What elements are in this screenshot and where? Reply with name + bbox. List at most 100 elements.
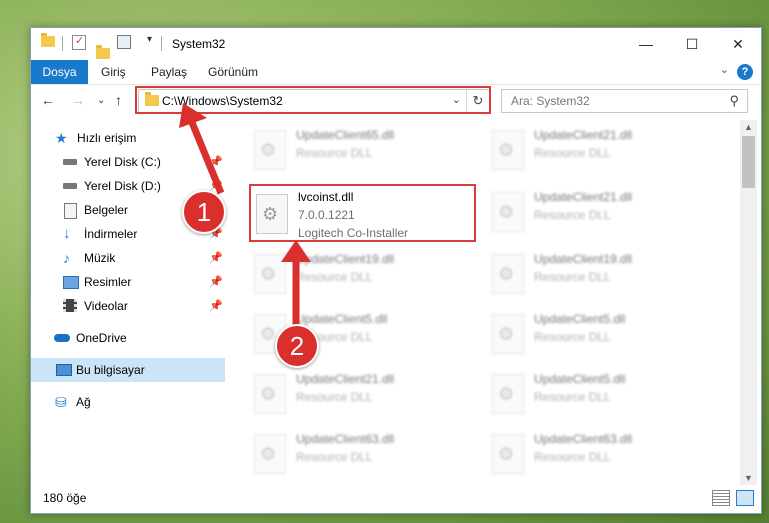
- file-description: Resource DLL: [534, 270, 611, 284]
- dll-file-icon: [492, 192, 524, 232]
- file-description: Resource DLL: [534, 390, 611, 404]
- scroll-down-arrow-icon[interactable]: ▼: [740, 473, 757, 483]
- item-count: 180 öğe: [43, 491, 87, 505]
- sidebar-item-label: Resimler: [84, 275, 132, 289]
- title-bar: ✓ ▾ System32 — ☐ ✕: [31, 28, 761, 60]
- vertical-scrollbar[interactable]: ▲ ▼: [740, 120, 757, 485]
- sidebar-item-onedrive[interactable]: OneDrive: [31, 326, 225, 350]
- window-title: System32: [172, 37, 226, 51]
- annotation-arrow-2: [281, 240, 311, 330]
- file-item[interactable]: UpdateClient65.dll Resource DLL: [248, 124, 476, 186]
- sidebar-item-label: Yerel Disk (D:): [84, 179, 161, 193]
- dropdown-arrow-icon[interactable]: ▾: [147, 34, 152, 45]
- file-description: Resource DLL: [534, 208, 611, 222]
- file-name: UpdateClient21.dll: [534, 128, 633, 142]
- video-icon: [63, 299, 77, 312]
- file-description: Resource DLL: [296, 390, 373, 404]
- dll-file-icon: [254, 434, 286, 474]
- new-folder-icon[interactable]: [96, 45, 110, 59]
- file-item[interactable]: UpdateClient21.dll Resource DLL: [486, 186, 714, 248]
- dll-file-icon: [492, 130, 524, 170]
- file-name: UpdateClient21.dll: [296, 372, 395, 386]
- scroll-up-arrow-icon[interactable]: ▲: [740, 122, 757, 132]
- divider: [161, 36, 162, 51]
- file-item[interactable]: UpdateClient63.dll Resource DLL: [248, 428, 476, 485]
- file-item[interactable]: UpdateClient21.dll Resource DLL: [248, 368, 476, 430]
- dll-file-icon: [492, 434, 524, 474]
- maximize-button[interactable]: ☐: [669, 28, 715, 60]
- drive-icon: [63, 159, 77, 165]
- pin-icon[interactable]: 📌: [209, 246, 223, 270]
- navigation-bar: ← → ⌄ ↑ C:\Windows\System32 ⌄ ↻ Ara: Sys…: [31, 85, 761, 118]
- search-input[interactable]: Ara: System32 ⚲: [501, 89, 748, 113]
- step-badge-2: 2: [275, 324, 319, 368]
- tab-home[interactable]: Giriş: [101, 60, 126, 84]
- sidebar-item-label: Yerel Disk (C:): [84, 155, 161, 169]
- file-name: UpdateClient63.dll: [534, 432, 633, 446]
- up-arrow-icon[interactable]: ↑: [115, 92, 122, 108]
- search-placeholder: Ara: System32: [511, 94, 590, 108]
- file-item[interactable]: UpdateClient19.dll Resource DLL: [486, 248, 714, 310]
- file-description: Resource DLL: [534, 146, 611, 160]
- explorer-window: ✓ ▾ System32 — ☐ ✕ Dosya Giriş Paylaş Gö…: [30, 27, 762, 514]
- pin-icon[interactable]: 📌: [209, 294, 223, 318]
- back-arrow-icon[interactable]: ←: [41, 92, 55, 108]
- minimize-button[interactable]: —: [623, 28, 669, 60]
- sidebar-item-pictures[interactable]: Resimler 📌: [31, 270, 225, 294]
- file-name: UpdateClient5.dll: [534, 312, 626, 326]
- sidebar-item-label: İndirmeler: [84, 227, 138, 241]
- sidebar-item-network[interactable]: ⛁ Ağ: [31, 390, 225, 414]
- recent-locations-chevron-icon[interactable]: ⌄: [97, 95, 105, 106]
- star-icon: ★: [55, 130, 68, 146]
- file-item[interactable]: UpdateClient5.dll Resource DLL: [486, 308, 714, 370]
- network-icon: ⛁: [55, 394, 67, 410]
- sidebar-item-label: Ağ: [76, 395, 91, 409]
- file-name: UpdateClient63.dll: [296, 432, 395, 446]
- dll-file-icon: [492, 374, 524, 414]
- scrollbar-thumb[interactable]: [742, 136, 755, 188]
- close-button[interactable]: ✕: [715, 28, 761, 60]
- music-icon: ♪: [63, 250, 70, 266]
- pin-icon[interactable]: 📌: [209, 270, 223, 294]
- properties-icon[interactable]: ✓: [72, 35, 86, 50]
- tab-file[interactable]: Dosya: [31, 60, 88, 84]
- search-icon[interactable]: ⚲: [729, 93, 739, 109]
- folder-icon: [41, 33, 55, 47]
- sidebar-item-music[interactable]: ♪ Müzik 📌: [31, 246, 225, 270]
- drive-icon: [63, 183, 77, 189]
- status-bar: 180 öğe: [31, 487, 761, 511]
- help-icon[interactable]: ?: [737, 64, 753, 80]
- file-item[interactable]: UpdateClient21.dll Resource DLL: [486, 124, 714, 186]
- dll-file-icon: [254, 374, 286, 414]
- details-view-icon[interactable]: [712, 490, 730, 506]
- cloud-icon: [54, 334, 70, 342]
- sidebar-item-label: Müzik: [84, 251, 116, 265]
- file-item[interactable]: UpdateClient5.dll Resource DLL: [486, 368, 714, 430]
- forward-arrow-icon[interactable]: →: [71, 92, 85, 108]
- file-description: Resource DLL: [534, 450, 611, 464]
- sidebar-item-videos[interactable]: Videolar 📌: [31, 294, 225, 318]
- dll-file-icon: [254, 130, 286, 170]
- sidebar-item-this-pc[interactable]: Bu bilgisayar: [31, 358, 225, 382]
- customize-toolbar-icon[interactable]: [117, 35, 131, 49]
- sidebar-item-label: Videolar: [84, 299, 128, 313]
- download-icon: ↓: [63, 225, 71, 242]
- divider: [62, 36, 63, 51]
- file-name: UpdateClient65.dll: [296, 128, 395, 142]
- sidebar-item-label: OneDrive: [76, 331, 127, 345]
- file-item[interactable]: UpdateClient63.dll Resource DLL: [486, 428, 714, 485]
- step-badge-1: 1: [182, 190, 226, 234]
- tab-view[interactable]: Görünüm: [208, 60, 258, 84]
- dll-file-icon: [492, 314, 524, 354]
- ribbon: Dosya Giriş Paylaş Görünüm ⌄ ?: [31, 60, 761, 85]
- dll-file-icon: [492, 254, 524, 294]
- computer-icon: [56, 364, 72, 376]
- tab-share[interactable]: Paylaş: [151, 60, 187, 84]
- file-description: Resource DLL: [534, 330, 611, 344]
- large-icons-view-icon[interactable]: [736, 490, 754, 506]
- sidebar-item-label: Bu bilgisayar: [76, 363, 145, 377]
- chevron-down-icon[interactable]: ⌄: [720, 63, 729, 76]
- file-highlight-box: [249, 184, 476, 242]
- sidebar-item-label: Belgeler: [84, 203, 129, 217]
- picture-icon: [63, 276, 79, 289]
